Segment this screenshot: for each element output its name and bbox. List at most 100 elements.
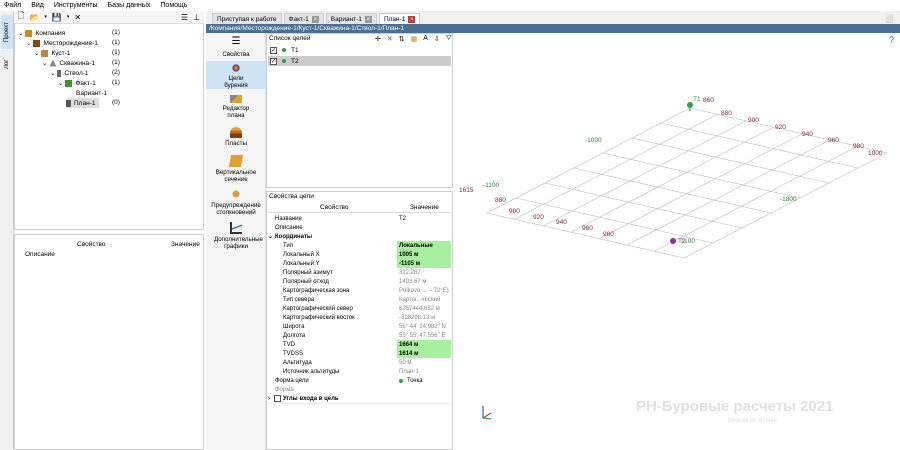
dropdown-icon[interactable]: ▾: [67, 14, 70, 20]
prop-value[interactable]: 1005 м: [397, 250, 451, 259]
sort-icon[interactable]: A: [423, 35, 428, 43]
move-icon[interactable]: ⇅: [399, 35, 405, 43]
tool-layers[interactable]: Пласты: [206, 125, 266, 147]
maximize-icon[interactable]: ⬜: [885, 15, 894, 23]
prop-row-polar-offset[interactable]: Полярный отход 1493.67 м: [267, 277, 452, 286]
add-icon[interactable]: ✛: [375, 35, 381, 43]
tab-project[interactable]: Проект: [1, 15, 13, 49]
collapse-icon[interactable]: ⌄: [268, 233, 273, 240]
prop-value[interactable]: -318298.13 м: [397, 313, 451, 322]
save-icon[interactable]: 💾: [52, 13, 62, 22]
checkbox[interactable]: ✓: [270, 57, 277, 65]
tree-item-plan[interactable]: План-1: [66, 98, 100, 108]
prop-row-tvd[interactable]: TVD 1664 м: [267, 340, 452, 349]
menu-databases[interactable]: Базы данных: [108, 2, 151, 9]
close-icon[interactable]: ✕: [74, 13, 81, 22]
list-icon[interactable]: ☰: [181, 13, 188, 22]
dropdown-icon[interactable]: ▾: [44, 14, 47, 20]
tree-item-fact[interactable]: ⌄ Факт-1: [58, 78, 96, 88]
pin-icon[interactable]: ⊥: [193, 13, 200, 22]
tool-additional-charts[interactable]: Дополнительные графики: [206, 220, 266, 252]
prop-value[interactable]: T2: [397, 214, 451, 223]
prop-value[interactable]: 55° 44' 24.982'' N: [397, 322, 451, 331]
close-icon[interactable]: ×: [311, 16, 319, 23]
prop-value[interactable]: 1614 м: [397, 349, 451, 358]
axis-label-left: 880: [495, 197, 506, 204]
menu-view[interactable]: Вид: [31, 2, 44, 9]
checkbox[interactable]: ✓: [270, 46, 277, 54]
prop-row-name[interactable]: Название T2: [267, 214, 452, 223]
expand-icon[interactable]: ⌄: [34, 49, 39, 57]
prop-group-coordinates[interactable]: ⌄ Координаты: [267, 232, 452, 241]
prop-row-local-y[interactable]: Локальный Y -1105 м: [267, 259, 452, 268]
prop-row-tvdss[interactable]: TVDSS 1614 м: [267, 349, 452, 358]
prop-value[interactable]: Локальные: [397, 241, 451, 250]
grid-line: [626, 139, 831, 246]
menu-help[interactable]: Помощь: [160, 2, 187, 9]
prop-value[interactable]: План-1: [397, 367, 451, 376]
prop-row-polar-azimuth[interactable]: Полярный азимут 312.287 °: [267, 268, 452, 277]
tab-log[interactable]: Лог: [1, 53, 13, 75]
prop-row-description[interactable]: Описание: [267, 223, 452, 232]
prop-row-latitude[interactable]: Широта 55° 44' 24.982'' N: [267, 322, 452, 331]
axis-label-left: 980: [603, 231, 614, 238]
prop-value[interactable]: 50 м: [397, 358, 451, 367]
field-icon: [33, 39, 41, 47]
sort-down-icon[interactable]: ⇩: [434, 35, 440, 43]
table-icon[interactable]: ▦: [411, 35, 418, 43]
tree-item-pad[interactable]: ⌄ Куст-1: [34, 48, 70, 58]
close-icon[interactable]: ×: [364, 16, 372, 23]
tool-vertical-section[interactable]: Вертикальное сечение: [206, 153, 266, 183]
open-folder-icon[interactable]: 📂: [29, 13, 39, 22]
target-t2-marker[interactable]: [670, 238, 676, 244]
prop-row-map-north[interactable]: Картографический север 6257444.652 м: [267, 304, 452, 313]
tool-plan-editor[interactable]: Редактор плана: [206, 93, 266, 119]
menu-file[interactable]: Файл: [4, 2, 21, 9]
prop-row-longitude[interactable]: Долгота 55° 55' 47.556'' E: [267, 331, 452, 340]
prop-row-map-east[interactable]: Картографический восток -318298.13 м: [267, 313, 452, 322]
prop-row-shape[interactable]: Форма: [267, 385, 452, 394]
prop-row-map-zone[interactable]: Картографическая зона Pulkovo ... – 72°E): [267, 286, 452, 295]
tool-collision-warning[interactable]: Предупреждение столкновений: [206, 186, 266, 216]
expand-icon[interactable]: ⌄: [50, 69, 55, 77]
expand-icon[interactable]: ⌄: [58, 79, 63, 87]
expand-icon[interactable]: ⌄: [42, 59, 47, 67]
tool-properties[interactable]: ☰ Свойства: [206, 37, 266, 59]
prop-row-type[interactable]: Тип Локальные: [267, 241, 452, 250]
tree-item-field[interactable]: ⌄ Месторождение-1: [26, 38, 98, 48]
target-row-t1[interactable]: ✓ T1: [268, 45, 451, 55]
tree-item-well[interactable]: ⌄ Скважина-1: [42, 58, 95, 68]
tree-item-company[interactable]: ⌄ Компания: [18, 28, 65, 38]
prop-row-local-x[interactable]: Локальный X 1005 м: [267, 250, 452, 259]
view-3d[interactable]: ? T1 T2 860 880 900 920 940 960 980 1000…: [453, 33, 900, 450]
target-row-t2[interactable]: ✓ T2: [268, 56, 451, 66]
prop-value[interactable]: [397, 223, 451, 232]
prop-value[interactable]: 312.287 °: [397, 268, 451, 277]
prop-value[interactable]: Точка: [397, 376, 451, 385]
tree-item-variant[interactable]: Вариант-1: [76, 88, 107, 98]
prop-row-altitude-source[interactable]: Источник альтитуды План-1: [267, 367, 452, 376]
expand-icon[interactable]: ⌄: [26, 39, 31, 47]
expand-icon[interactable]: ›: [268, 396, 270, 402]
prop-value[interactable]: 55° 55' 47.556'' E: [397, 331, 451, 340]
prop-value[interactable]: Картог...ческий: [397, 295, 451, 304]
new-icon[interactable]: 🗋: [18, 10, 24, 24]
menu-tools[interactable]: Инструменты: [54, 2, 98, 9]
prop-row-north-type[interactable]: Тип севера Картог...ческий: [267, 295, 452, 304]
prop-row-entry-angles[interactable]: › Углы входа в цель: [267, 394, 452, 403]
prop-value[interactable]: -1105 м: [397, 259, 451, 268]
tree-item-wellbore[interactable]: ⌄ Ствол-1: [50, 68, 89, 78]
delete-icon[interactable]: ✕: [387, 35, 393, 43]
tool-drilling-targets[interactable]: Цели бурения: [206, 61, 266, 89]
prop-value[interactable]: 1664 м: [397, 340, 451, 349]
prop-value[interactable]: 1493.67 м: [397, 277, 451, 286]
close-icon[interactable]: ×: [408, 16, 416, 23]
column-header-value: Значение: [410, 204, 439, 211]
checkbox[interactable]: [274, 395, 281, 402]
prop-value[interactable]: Pulkovo ... – 72°E): [397, 286, 451, 295]
filter-icon[interactable]: ⛛: [446, 35, 452, 43]
prop-row-altitude[interactable]: Альтитуда 50 м: [267, 358, 452, 367]
prop-value[interactable]: 6257444.652 м: [397, 304, 451, 313]
prop-row-target-shape[interactable]: Форма цели Точка: [267, 376, 452, 385]
expand-icon[interactable]: ⌄: [18, 29, 23, 37]
